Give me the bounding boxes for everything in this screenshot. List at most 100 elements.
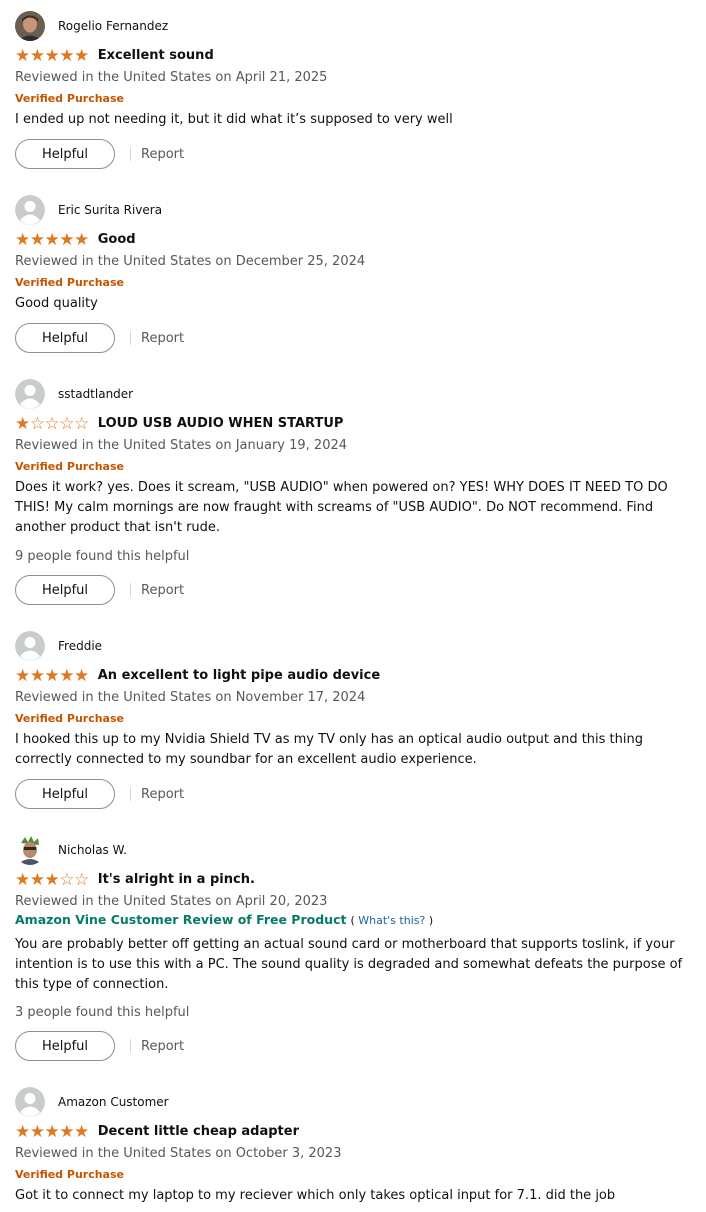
star-filled-icon: ★ xyxy=(15,1122,30,1142)
star-filled-icon: ★ xyxy=(74,666,89,686)
report-link[interactable]: Report xyxy=(141,583,184,598)
report-link[interactable]: Report xyxy=(141,1039,184,1054)
star-rating[interactable]: ★★★☆☆ xyxy=(15,870,89,890)
review-actions: Helpful Report xyxy=(15,1031,184,1061)
star-filled-icon: ★ xyxy=(74,46,89,66)
divider xyxy=(130,331,131,345)
star-filled-icon: ★ xyxy=(15,230,30,250)
reviewer-profile[interactable]: Freddie xyxy=(15,631,102,661)
review-title[interactable]: LOUD USB AUDIO WHEN STARTUP xyxy=(98,415,344,433)
star-filled-icon: ★ xyxy=(15,46,30,66)
star-rating[interactable]: ★★★★★ xyxy=(15,46,89,66)
star-filled-icon: ★ xyxy=(59,666,74,686)
reviewer-name[interactable]: Rogelio Fernandez xyxy=(58,18,168,34)
helpful-button[interactable]: Helpful xyxy=(15,139,115,169)
verified-purchase-badge: Verified Purchase xyxy=(15,92,124,105)
helpful-button[interactable]: Helpful xyxy=(15,779,115,809)
helpful-button[interactable]: Helpful xyxy=(15,323,115,353)
star-filled-icon: ★ xyxy=(29,666,45,686)
verified-purchase-badge: Verified Purchase xyxy=(15,1168,124,1181)
reviewer-name[interactable]: Nicholas W. xyxy=(58,842,127,858)
review-text: Got it to connect my laptop to my reciev… xyxy=(15,1188,616,1203)
reviewer-default-avatar[interactable] xyxy=(15,195,45,225)
star-empty-icon: ☆ xyxy=(29,414,45,434)
report-link[interactable]: Report xyxy=(141,331,184,346)
review-text: You are probably better off getting an a… xyxy=(15,937,683,992)
review-title[interactable]: Excellent sound xyxy=(98,47,214,65)
star-empty-icon: ☆ xyxy=(59,414,74,434)
divider xyxy=(130,147,131,161)
review-actions: Helpful Report xyxy=(15,323,184,353)
star-rating[interactable]: ★★★★★ xyxy=(15,230,89,250)
review-text: I hooked this up to my Nvidia Shield TV … xyxy=(15,732,643,767)
review-text: Good quality xyxy=(15,296,98,311)
star-filled-icon: ★ xyxy=(74,230,89,250)
reviewer-name[interactable]: Amazon Customer xyxy=(58,1094,169,1110)
reviewer-photo-avatar[interactable] xyxy=(15,835,45,865)
review-date: Reviewed in the United States on October… xyxy=(15,1146,342,1161)
review-title[interactable]: Good xyxy=(98,231,136,249)
reviewer-profile[interactable]: Rogelio Fernandez xyxy=(15,11,168,41)
divider xyxy=(130,787,131,801)
review-actions: Helpful Report xyxy=(15,575,184,605)
reviewer-profile[interactable]: Eric Surita Rivera xyxy=(15,195,162,225)
star-filled-icon: ★ xyxy=(29,46,45,66)
star-empty-icon: ☆ xyxy=(59,870,74,890)
star-filled-icon: ★ xyxy=(29,870,45,890)
star-empty-icon: ☆ xyxy=(74,870,89,890)
star-filled-icon: ★ xyxy=(44,666,60,686)
reviewer-default-avatar[interactable] xyxy=(15,631,45,661)
verified-purchase-badge: Verified Purchase xyxy=(15,712,124,725)
reviewer-profile[interactable]: Nicholas W. xyxy=(15,835,127,865)
review-title[interactable]: Decent little cheap adapter xyxy=(98,1123,299,1141)
reviewer-name[interactable]: sstadtlander xyxy=(58,386,133,402)
star-filled-icon: ★ xyxy=(59,230,74,250)
review-actions: Helpful Report xyxy=(15,779,184,809)
star-filled-icon: ★ xyxy=(59,46,74,66)
star-rating[interactable]: ★★★★★ xyxy=(15,1122,89,1142)
reviewer-profile[interactable]: Amazon Customer xyxy=(15,1087,169,1117)
reviewer-profile[interactable]: sstadtlander xyxy=(15,379,133,409)
reviewer-name[interactable]: Eric Surita Rivera xyxy=(58,202,162,218)
reviewer-default-avatar[interactable] xyxy=(15,1087,45,1117)
report-link[interactable]: Report xyxy=(141,147,184,162)
reviewer-default-avatar[interactable] xyxy=(15,379,45,409)
star-filled-icon: ★ xyxy=(15,666,30,686)
star-filled-icon: ★ xyxy=(74,1122,89,1142)
star-filled-icon: ★ xyxy=(44,870,60,890)
report-link[interactable]: Report xyxy=(141,787,184,802)
whats-this-wrapper: ( What's this? ) xyxy=(350,914,434,927)
helpful-button[interactable]: Helpful xyxy=(15,575,115,605)
review-date: Reviewed in the United States on April 2… xyxy=(15,70,328,85)
vine-review-badge: Amazon Vine Customer Review of Free Prod… xyxy=(15,912,433,929)
review-date: Reviewed in the United States on Decembe… xyxy=(15,254,366,269)
helpful-count: 3 people found this helpful xyxy=(15,1005,190,1020)
star-filled-icon: ★ xyxy=(15,414,30,434)
whats-this-link[interactable]: What's this? xyxy=(358,914,425,927)
review-title[interactable]: An excellent to light pipe audio device xyxy=(98,667,380,685)
star-filled-icon: ★ xyxy=(15,870,30,890)
star-empty-icon: ☆ xyxy=(74,414,89,434)
helpful-count: 9 people found this helpful xyxy=(15,549,190,564)
divider xyxy=(130,1039,131,1053)
review-title[interactable]: It's alright in a pinch. xyxy=(98,871,255,889)
star-rating[interactable]: ★★★★★ xyxy=(15,666,89,686)
star-rating[interactable]: ★☆☆☆☆ xyxy=(15,414,89,434)
star-filled-icon: ★ xyxy=(29,230,45,250)
divider xyxy=(130,583,131,597)
reviewer-photo-avatar[interactable] xyxy=(15,11,45,41)
helpful-button[interactable]: Helpful xyxy=(15,1031,115,1061)
vine-badge-label: Amazon Vine Customer Review of Free Prod… xyxy=(15,912,347,927)
review-actions: Helpful Report xyxy=(15,139,184,169)
star-filled-icon: ★ xyxy=(59,1122,74,1142)
star-filled-icon: ★ xyxy=(44,46,60,66)
verified-purchase-badge: Verified Purchase xyxy=(15,276,124,289)
reviewer-name[interactable]: Freddie xyxy=(58,638,102,654)
star-filled-icon: ★ xyxy=(44,1122,60,1142)
review-date: Reviewed in the United States on January… xyxy=(15,438,348,453)
review-text: I ended up not needing it, but it did wh… xyxy=(15,112,453,127)
star-filled-icon: ★ xyxy=(29,1122,45,1142)
star-empty-icon: ☆ xyxy=(44,414,60,434)
star-filled-icon: ★ xyxy=(44,230,60,250)
review-text: Does it work? yes. Does it scream, "USB … xyxy=(15,480,668,535)
